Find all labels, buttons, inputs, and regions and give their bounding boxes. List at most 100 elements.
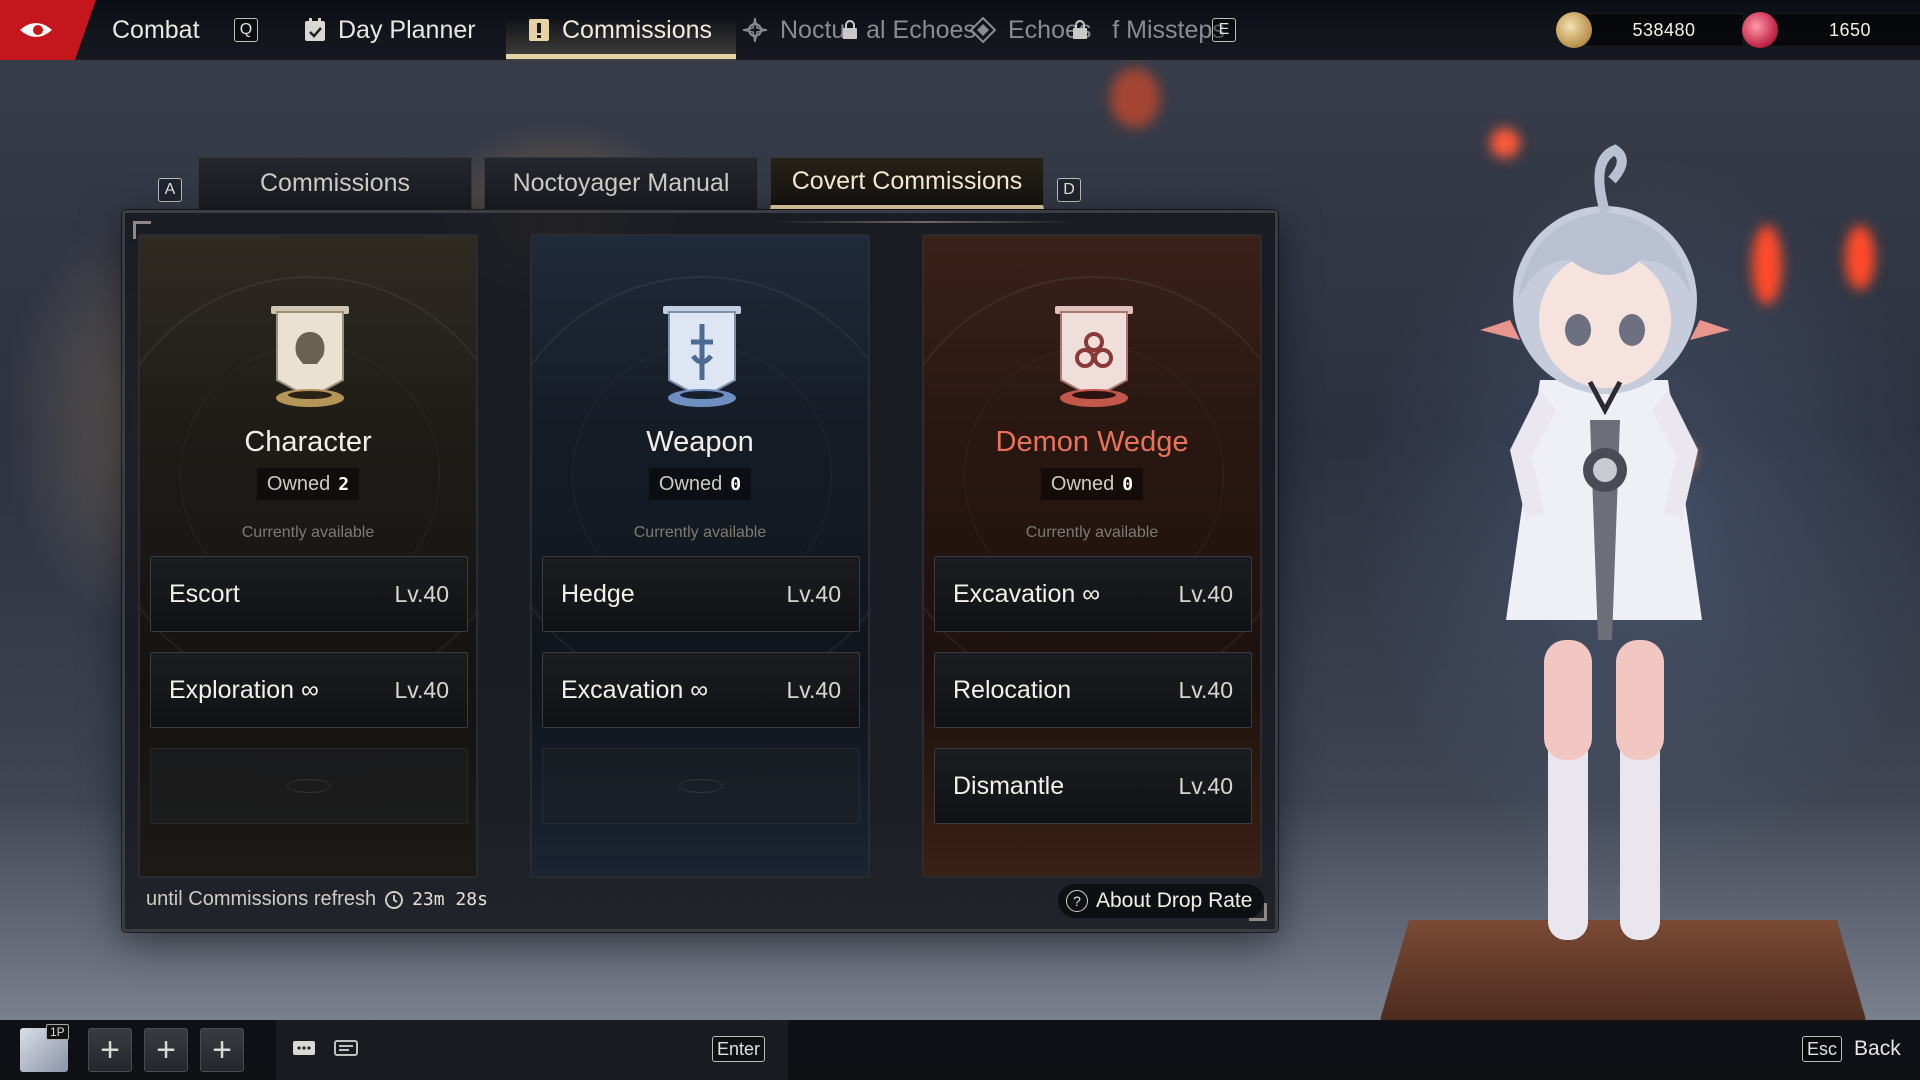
commission-entry-excavation[interactable]: Excavation ∞ Lv.40	[934, 556, 1252, 632]
empty-slot-ornament	[679, 779, 723, 793]
subtab-noctoyager-manual-label: Noctoyager Manual	[512, 169, 730, 197]
owned-label: Owned	[658, 472, 723, 495]
availability-text: Currently available	[633, 524, 767, 541]
empty-slot-ornament	[287, 779, 331, 793]
subtab-covert-commissions-label: Covert Commissions	[791, 167, 1023, 195]
currency-coins-value: 538480	[1584, 13, 1744, 47]
eye-emblem-icon	[20, 23, 52, 37]
crystal-icon	[1742, 12, 1778, 48]
chat-bubble-icon[interactable]	[292, 1040, 316, 1063]
plus-icon: +	[156, 1031, 176, 1069]
subtab-covert-commissions[interactable]: Covert Commissions	[770, 157, 1044, 209]
owned-badge: Owned 0	[1040, 468, 1144, 500]
key-d: D	[1057, 178, 1081, 202]
add-party-member-button[interactable]: +	[88, 1028, 132, 1072]
tab-combat-label: Combat	[112, 15, 200, 44]
currency-crystals-value: 1650	[1770, 13, 1920, 47]
tab-combat[interactable]: Combat	[112, 0, 200, 60]
lock-icon	[842, 0, 858, 60]
background-lantern	[1110, 68, 1160, 128]
key-hint-e: E	[1212, 0, 1236, 60]
key-a: A	[158, 178, 182, 202]
commission-name: Exploration ∞	[169, 675, 319, 704]
currency-crystals[interactable]: 1650	[1742, 12, 1920, 48]
enter-key-hint[interactable]: Enter	[712, 1036, 766, 1062]
exclamation-icon	[528, 18, 550, 42]
owned-label: Owned	[266, 472, 331, 495]
commission-entry-escort[interactable]: Escort Lv.40	[150, 556, 468, 632]
tab-nocturnal-echoes[interactable]: Noctu al Echoes	[742, 0, 976, 60]
refresh-countdown: 23m 28s	[412, 889, 488, 910]
commission-name: Relocation	[953, 675, 1072, 704]
weapon-emblem-icon	[663, 306, 741, 407]
commission-entry-dismantle[interactable]: Dismantle Lv.40	[934, 748, 1252, 824]
commission-level: Lv.40	[1178, 580, 1233, 607]
help-icon: ?	[1066, 890, 1088, 912]
key-hint-q: Q	[234, 0, 258, 60]
lock-icon	[1072, 0, 1088, 60]
about-drop-rate-button[interactable]: ? About Drop Rate	[1058, 884, 1265, 918]
column-title: Weapon	[646, 426, 754, 458]
commission-level: Lv.40	[786, 676, 841, 703]
plus-icon: +	[100, 1031, 120, 1069]
back-label: Back	[1854, 1037, 1901, 1060]
currency-coins[interactable]: 538480	[1556, 12, 1744, 48]
compass-icon	[742, 17, 768, 43]
key-q: Q	[234, 18, 258, 42]
column-character[interactable]: Character Owned 2 Currently available Es…	[138, 234, 478, 878]
diamond-star-icon	[970, 17, 996, 43]
commission-name: Escort	[169, 579, 240, 608]
empty-commission-slot	[542, 748, 860, 824]
tab-commissions[interactable]: Commissions	[528, 0, 712, 60]
refresh-label: until Commissions refresh	[146, 888, 377, 910]
add-party-member-button[interactable]: +	[144, 1028, 188, 1072]
key-enter: Enter	[712, 1036, 766, 1062]
clock-icon	[385, 890, 404, 909]
empty-commission-slot	[150, 748, 468, 824]
commission-level: Lv.40	[1178, 676, 1233, 703]
subtab-commissions[interactable]: Commissions	[198, 157, 472, 209]
panel-divider	[775, 221, 1075, 223]
commission-entry-hedge[interactable]: Hedge Lv.40	[542, 556, 860, 632]
column-title: Demon Wedge	[995, 426, 1189, 458]
back-hint[interactable]: Esc Back	[1802, 1036, 1901, 1062]
plus-icon: +	[212, 1031, 232, 1069]
demon-wedge-emblem-icon	[1055, 306, 1133, 407]
commission-level: Lv.40	[394, 676, 449, 703]
column-demon-wedge[interactable]: Demon Wedge Owned 0 Currently available …	[922, 234, 1262, 878]
key-hint-a: A	[158, 178, 182, 202]
add-party-member-button[interactable]: +	[200, 1028, 244, 1072]
character-figure[interactable]	[1440, 120, 1760, 1020]
message-list-icon[interactable]	[334, 1040, 358, 1063]
availability-text: Currently available	[241, 524, 375, 541]
tab-day-planner-label: Day Planner	[338, 15, 476, 44]
player-slot-badge: 1P	[46, 1024, 69, 1040]
tab-echoes-of-missteps[interactable]: Echoes f Missteps	[970, 0, 1225, 60]
commission-level: Lv.40	[394, 580, 449, 607]
owned-count: 0	[730, 473, 742, 495]
owned-count: 0	[1122, 473, 1134, 495]
commission-entry-excavation[interactable]: Excavation ∞ Lv.40	[542, 652, 860, 728]
commission-name: Hedge	[561, 579, 635, 608]
owned-label: Owned	[1050, 472, 1115, 495]
coin-icon	[1556, 12, 1592, 48]
commission-name: Dismantle	[953, 771, 1065, 800]
commission-level: Lv.40	[786, 580, 841, 607]
active-tab-underline	[506, 54, 736, 59]
character-emblem-icon	[271, 306, 349, 407]
refresh-timer: until Commissions refresh 23m 28s	[146, 888, 488, 911]
tab-day-planner[interactable]: Day Planner	[304, 0, 476, 60]
subtab-noctoyager-manual[interactable]: Noctoyager Manual	[484, 157, 758, 209]
commission-entry-relocation[interactable]: Relocation Lv.40	[934, 652, 1252, 728]
key-e: E	[1212, 18, 1236, 42]
column-weapon[interactable]: Weapon Owned 0 Currently available Hedge…	[530, 234, 870, 878]
availability-text: Currently available	[1025, 524, 1159, 541]
owned-badge: Owned 0	[648, 468, 752, 500]
commission-level: Lv.40	[1178, 772, 1233, 799]
tab-echoes-of-missteps-label: Echoes f Missteps	[1008, 15, 1225, 44]
about-drop-rate-label: About Drop Rate	[1096, 889, 1253, 912]
tab-commissions-label: Commissions	[562, 15, 713, 44]
commission-entry-exploration[interactable]: Exploration ∞ Lv.40	[150, 652, 468, 728]
planner-icon	[304, 18, 326, 42]
column-title: Character	[244, 426, 372, 458]
